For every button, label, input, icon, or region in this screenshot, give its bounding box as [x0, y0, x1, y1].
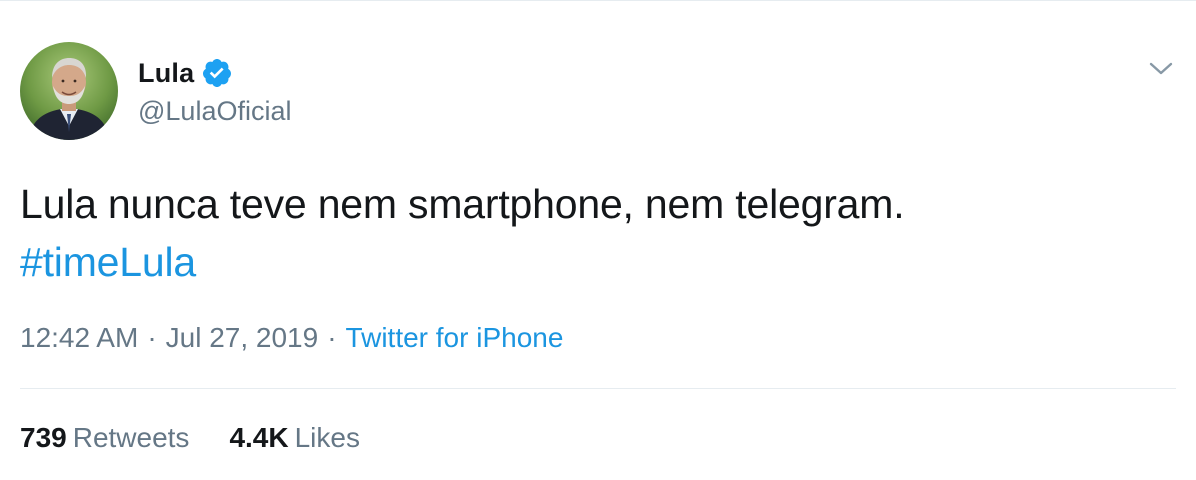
likes-stat[interactable]: 4.4K Likes — [229, 422, 360, 454]
tweet-source-link[interactable]: Twitter for iPhone — [346, 322, 564, 353]
retweets-stat[interactable]: 739 Retweets — [20, 422, 189, 454]
author-handle[interactable]: @LulaOficial — [138, 96, 291, 127]
likes-count: 4.4K — [229, 422, 289, 453]
divider — [20, 388, 1176, 389]
chevron-down-icon — [1149, 62, 1173, 75]
tweet-menu-button[interactable] — [1146, 57, 1176, 81]
tweet-metadata: 12:42 AM · Jul 27, 2019 · Twitter for iPhone — [20, 322, 563, 354]
likes-label: Likes — [294, 422, 360, 453]
author-display-name[interactable]: Lula — [138, 58, 194, 89]
tweet-time[interactable]: 12:42 AM — [20, 322, 138, 353]
hashtag-link[interactable]: #timeLula — [20, 239, 196, 285]
avatar-photo — [20, 42, 118, 140]
author-name-row[interactable]: Lula — [138, 56, 233, 90]
tweet-text: Lula nunca teve nem smartphone, nem tele… — [20, 175, 1170, 291]
retweets-label: Retweets — [72, 422, 190, 453]
avatar[interactable] — [20, 42, 118, 140]
verified-badge-icon — [201, 57, 233, 89]
tweet-text-line: Lula nunca teve nem smartphone, nem tele… — [20, 181, 905, 227]
tweet-stats: 739 Retweets 4.4K Likes — [20, 422, 360, 454]
meta-separator: · — [147, 322, 157, 353]
tweet-card: Lula @LulaOficial Lula nunca teve nem sm… — [0, 0, 1196, 480]
tweet-date[interactable]: Jul 27, 2019 — [166, 322, 319, 353]
retweets-count: 739 — [20, 422, 67, 453]
meta-separator: · — [327, 322, 337, 353]
